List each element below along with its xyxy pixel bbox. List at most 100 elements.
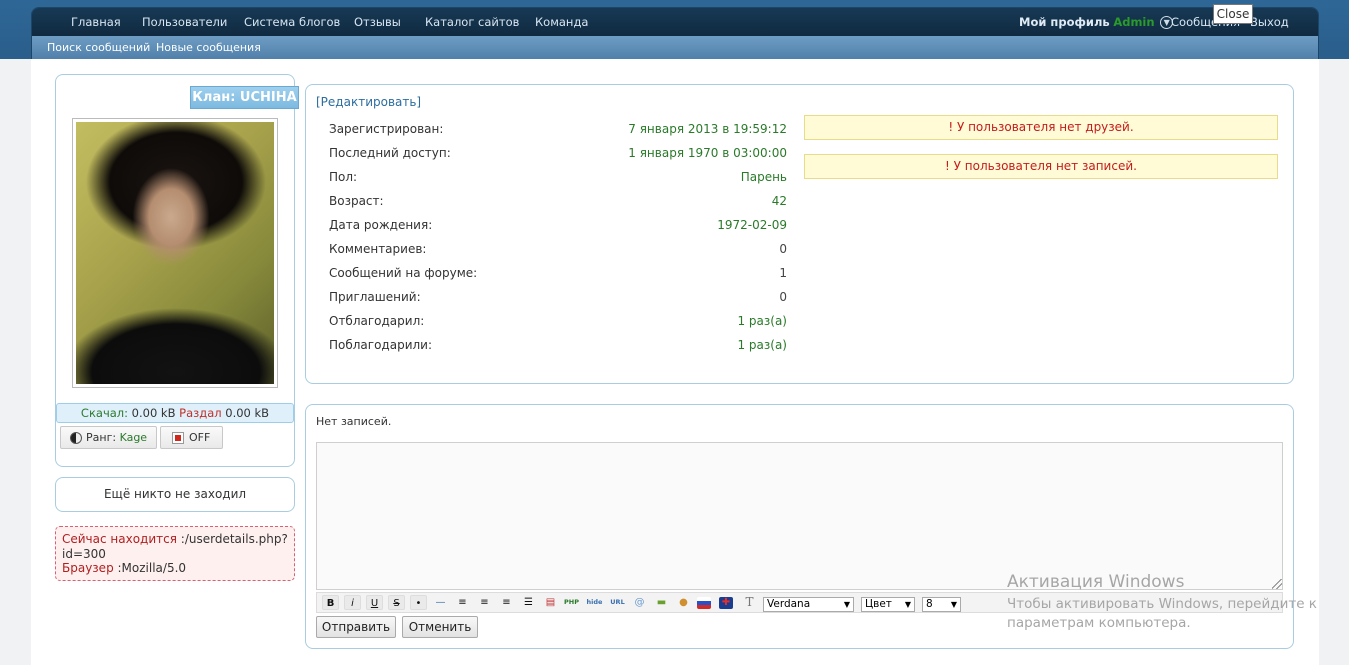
- profile-info-label: Зарегистрирован:: [329, 122, 444, 136]
- no-posts-notice: ! У пользователя нет записей.: [804, 154, 1278, 179]
- status-button[interactable]: OFF: [160, 426, 223, 449]
- browser-label: Браузер: [62, 561, 114, 575]
- underline-icon[interactable]: U: [366, 595, 383, 610]
- sub-nav: Поиск сообщений Новые сообщения: [32, 36, 1318, 59]
- visitors-box: Ещё никто не заходил: [55, 477, 295, 512]
- avatar: [76, 122, 274, 384]
- navigation: Главная Пользователи Система блогов Отзы…: [31, 7, 1319, 59]
- email-icon[interactable]: @: [631, 595, 648, 610]
- align-right-icon[interactable]: ≡: [498, 595, 515, 610]
- profile-info-row: Последний доступ: 1 января 1970 в 03:00:0…: [329, 146, 787, 162]
- nav-reviews[interactable]: Отзывы: [354, 15, 401, 29]
- avatar-frame: [72, 118, 278, 388]
- location-box: Сейчас находится :/userdetails.php?id=30…: [55, 526, 295, 581]
- profile-info-row: Поблагодарили: 1 раз(а): [329, 338, 787, 354]
- main-nav: Главная Пользователи Система блогов Отзы…: [32, 8, 1318, 36]
- uploaded-value: 0.00 kB: [225, 406, 270, 420]
- nav-new-messages[interactable]: Новые сообщения: [156, 41, 261, 54]
- profile-info-value: 1972-02-09: [717, 218, 787, 232]
- profile-info-value: 1: [779, 266, 787, 280]
- php-icon[interactable]: PHP: [563, 595, 580, 610]
- my-profile-menu[interactable]: Мой профиль Admin ▼: [1019, 15, 1174, 29]
- align-left-icon[interactable]: ≡: [454, 595, 471, 610]
- nav-search-messages[interactable]: Поиск сообщений: [47, 41, 150, 54]
- profile-info-label: Отблагодарил:: [329, 314, 425, 328]
- profile-info-row: Дата рождения: 1972-02-09: [329, 218, 787, 234]
- profile-info-row: Приглашений: 0: [329, 290, 787, 306]
- profile-info-row: Возраст: 42: [329, 194, 787, 210]
- profile-info-value: Парень: [740, 170, 787, 184]
- edit-profile-link[interactable]: [Редактировать]: [316, 95, 421, 109]
- profile-info-value: 0: [779, 242, 787, 256]
- nav-home[interactable]: Главная: [71, 15, 121, 29]
- nav-users[interactable]: Пользователи: [142, 15, 227, 29]
- profile-info-label: Последний доступ:: [329, 146, 451, 160]
- font-select-arrow-icon: ▼: [843, 600, 850, 609]
- align-justify-icon[interactable]: ☰: [520, 595, 537, 610]
- hide-icon[interactable]: hide: [586, 595, 603, 610]
- windows-activation-watermark: Активация Windows Чтобы активировать Win…: [1007, 572, 1317, 633]
- size-select[interactable]: 8 ▼: [922, 597, 961, 612]
- list-bullet-icon[interactable]: •: [410, 595, 427, 610]
- comment-textarea[interactable]: [316, 442, 1283, 590]
- color-select-arrow-icon: ▼: [904, 600, 911, 609]
- italic-icon[interactable]: i: [344, 595, 361, 610]
- browser-value: :Mozilla/5.0: [117, 561, 187, 575]
- nav-team[interactable]: Команда: [535, 15, 588, 29]
- font-select-value: Verdana: [767, 598, 811, 610]
- color-select-value: Цвет: [865, 598, 892, 610]
- watermark-line-1: Чтобы активировать Windows, перейдите к: [1007, 596, 1317, 612]
- profile-info-row: Отблагодарил: 1 раз(а): [329, 314, 787, 330]
- font-select[interactable]: Verdana ▼: [763, 597, 854, 612]
- profile-info-row: Сообщений на форуме: 1: [329, 266, 787, 282]
- bold-icon[interactable]: B: [322, 595, 339, 610]
- nav-catalog[interactable]: Каталог сайтов: [425, 15, 519, 29]
- profile-info-label: Сообщений на форуме:: [329, 266, 478, 280]
- profile-info-value: 1 раз(а): [737, 314, 787, 328]
- profile-info-value: 1 раз(а): [737, 338, 787, 352]
- profile-info-value: 42: [771, 194, 787, 208]
- downloaded-label: Скачал:: [80, 406, 129, 420]
- wall-empty-text: Нет записей.: [316, 415, 392, 428]
- profile-info-label: Приглашений:: [329, 290, 421, 304]
- profile-info-value: 7 января 2013 в 19:59:12: [628, 122, 787, 136]
- russian-flag-icon[interactable]: [697, 597, 711, 609]
- uploaded-label: Раздал: [179, 406, 222, 420]
- profile-info-row: Зарегистрирован: 7 января 2013 в 19:59:12: [329, 122, 787, 138]
- text-format-icon[interactable]: T: [741, 595, 758, 610]
- watermark-line-2: параметрам компьютера.: [1007, 615, 1191, 631]
- image-icon[interactable]: ▬: [653, 595, 670, 610]
- quote-icon[interactable]: ▤: [542, 595, 559, 610]
- size-select-value: 8: [926, 598, 933, 610]
- profile-info-label: Дата рождения:: [329, 218, 433, 232]
- status-label: OFF: [189, 431, 211, 444]
- strikethrough-icon[interactable]: S: [388, 595, 405, 610]
- rank-label: Ранг:: [86, 431, 117, 444]
- rank-button[interactable]: Ранг: Kage: [60, 426, 157, 449]
- username: Admin: [1113, 15, 1155, 29]
- cancel-button[interactable]: Отменить: [402, 616, 478, 638]
- profile-info-label: Возраст:: [329, 194, 384, 208]
- top-bar: Главная Пользователи Система блогов Отзы…: [0, 0, 1349, 59]
- nav-blogs[interactable]: Система блогов: [244, 15, 340, 29]
- color-select[interactable]: Цвет ▼: [861, 597, 915, 612]
- smiley-icon[interactable]: ●: [675, 595, 692, 610]
- no-friends-notice: ! У пользователя нет друзей.: [804, 115, 1278, 140]
- align-center-icon[interactable]: ≡: [476, 595, 493, 610]
- profile-info-label: Поблагодарили:: [329, 338, 433, 352]
- rank-value: Kage: [119, 431, 148, 444]
- submit-button[interactable]: Отправить: [316, 616, 396, 638]
- clan-badge: Клан: UCHIHA: [190, 86, 299, 109]
- horizontal-rule-icon[interactable]: —: [432, 595, 449, 610]
- watermark-title: Активация Windows: [1007, 572, 1185, 592]
- offline-icon: [172, 432, 184, 444]
- nav-logout[interactable]: Выход: [1250, 15, 1289, 29]
- url-icon[interactable]: URL: [609, 595, 626, 610]
- english-flag-icon[interactable]: ✚: [719, 597, 733, 609]
- profile-info-row: Пол: Парень: [329, 170, 787, 186]
- location-label: Сейчас находится: [62, 532, 177, 546]
- profile-info-value: 1 января 1970 в 03:00:00: [628, 146, 787, 160]
- profile-info-row: Комментариев: 0: [329, 242, 787, 258]
- close-tooltip[interactable]: Close: [1213, 4, 1253, 24]
- size-select-arrow-icon: ▼: [950, 600, 957, 609]
